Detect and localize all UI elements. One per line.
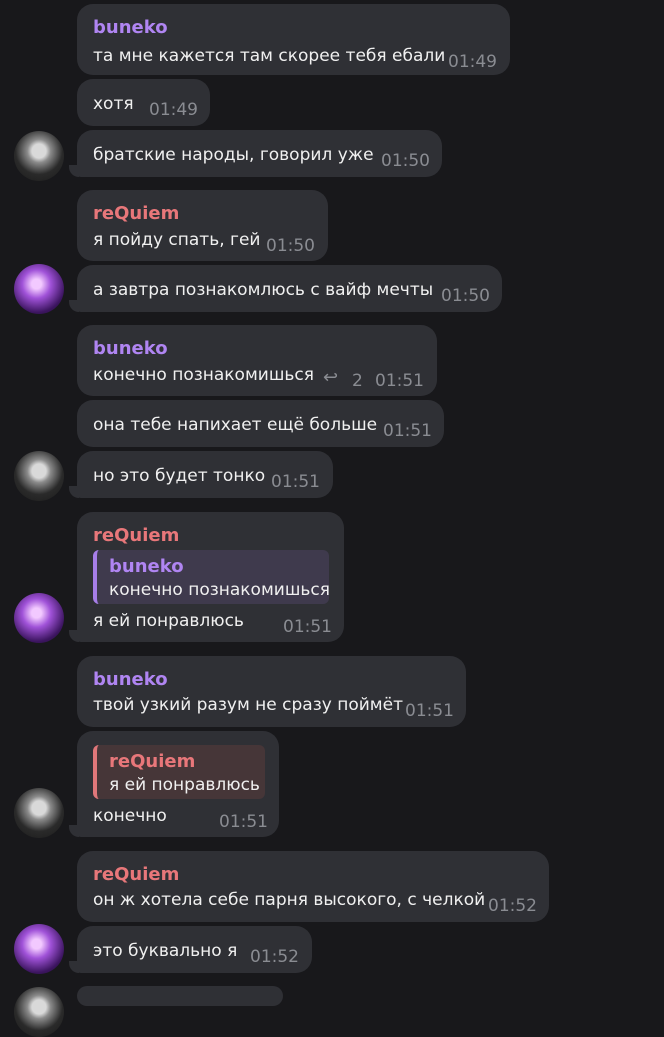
message-text: твой узкий разум не сразу поймёт (93, 695, 403, 715)
quoted-message[interactable]: buneko конечно познакомишься (93, 550, 330, 604)
quoted-text: конечно познакомишься (109, 580, 330, 600)
sender-name[interactable]: reQuiem (93, 203, 179, 225)
message-time: 01:51 (283, 617, 332, 637)
message-time: 01:51 (375, 371, 424, 391)
message-text: я пойду спать, гей (93, 230, 261, 250)
message-time: 01:51 (271, 472, 320, 492)
message-bubble[interactable]: reQuiem он ж хотела себе парня высокого,… (77, 851, 549, 922)
message-bubble[interactable]: она тебе напихает ещё больше 01:51 (77, 400, 444, 447)
message-text: та мне кажется там скорее тебя ебали (93, 46, 446, 66)
user-avatar[interactable] (14, 264, 64, 314)
message-bubble[interactable]: это буквально я 01:52 (69, 926, 312, 973)
sender-name[interactable]: buneko (93, 17, 168, 39)
reply-count[interactable]: 2 (352, 371, 363, 391)
bubble-tail (69, 630, 79, 642)
message-time: 01:51 (219, 812, 268, 832)
message-time: 01:51 (383, 421, 432, 441)
message-time: 01:52 (488, 896, 537, 916)
message-text: а завтра познакомлюсь с вайф мечты (93, 280, 434, 300)
message-time: 01:49 (149, 100, 198, 120)
message-bubble[interactable] (77, 986, 283, 1006)
message-text: братские народы, говорил уже (93, 145, 374, 165)
message-bubble[interactable]: buneko конечно познакомишься ↩ 2 01:51 (77, 325, 437, 396)
quoted-sender: buneko (109, 556, 184, 577)
quoted-sender: reQuiem (109, 751, 196, 772)
message-time: 01:50 (441, 286, 490, 306)
message-text: он ж хотела себе парня высокого, с челко… (93, 890, 486, 910)
sender-name[interactable]: buneko (93, 338, 168, 360)
quoted-text: я ей понравлюсь (109, 775, 260, 795)
sender-name[interactable]: reQuiem (93, 525, 179, 547)
message-bubble[interactable]: buneko твой узкий разум не сразу поймёт … (77, 656, 466, 727)
sender-name[interactable]: buneko (93, 669, 168, 691)
message-text: конечно познакомишься (93, 365, 314, 385)
message-bubble[interactable]: хотя 01:49 (77, 79, 210, 126)
message-bubble[interactable]: buneko та мне кажется там скорее тебя еб… (77, 4, 510, 75)
message-time: 01:50 (266, 236, 315, 256)
message-bubble[interactable]: reQuiem я ей понравлюсь конечно 01:51 (69, 731, 279, 837)
message-time: 01:52 (250, 947, 299, 967)
bubble-tail (69, 961, 79, 973)
message-bubble[interactable]: reQuiem я пойду спать, гей 01:50 (77, 190, 328, 261)
message-time: 01:50 (381, 151, 430, 171)
message-bubble[interactable]: но это будет тонко 01:51 (69, 451, 333, 498)
message-text: я ей понравлюсь (93, 611, 244, 631)
reply-arrow-icon[interactable]: ↩ (323, 367, 338, 388)
message-text: она тебе напихает ещё больше (93, 415, 378, 435)
user-avatar[interactable] (14, 593, 64, 643)
quoted-message[interactable]: reQuiem я ей понравлюсь (93, 745, 265, 799)
message-text: хотя (93, 94, 134, 114)
message-time: 01:49 (448, 52, 497, 72)
user-avatar[interactable] (14, 788, 64, 838)
message-text: но это будет тонко (93, 466, 266, 486)
user-avatar[interactable] (14, 131, 64, 181)
user-avatar[interactable] (14, 924, 64, 974)
message-bubble[interactable]: братские народы, говорил уже 01:50 (69, 130, 442, 177)
bubble-tail (69, 300, 79, 312)
message-text: это буквально я (93, 941, 238, 961)
message-time: 01:51 (405, 701, 454, 721)
bubble-tail (69, 165, 79, 177)
message-bubble[interactable]: reQuiem buneko конечно познакомишься я е… (69, 512, 344, 642)
bubble-tail (69, 825, 79, 837)
sender-name[interactable]: reQuiem (93, 864, 179, 886)
bubble-tail (69, 486, 79, 498)
message-bubble[interactable]: а завтра познакомлюсь с вайф мечты 01:50 (69, 265, 502, 312)
user-avatar[interactable] (14, 451, 64, 501)
message-text: конечно (93, 806, 167, 826)
